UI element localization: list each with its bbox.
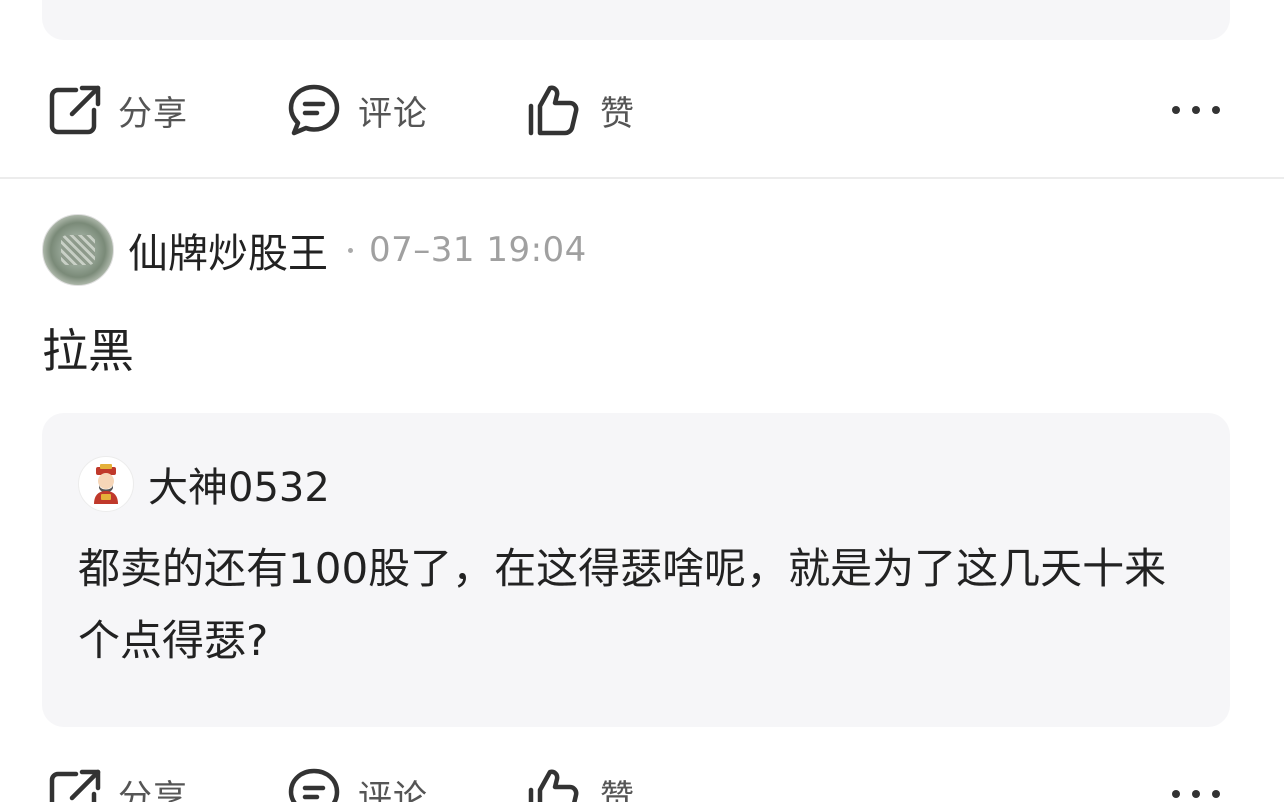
share-label: 分享 <box>118 777 188 802</box>
quote-header: 大神0532 <box>78 455 330 513</box>
post-action-bar-bottom: 分享 评论 赞 <box>0 764 1284 802</box>
more-dots-icon <box>1172 106 1180 114</box>
share-button[interactable]: 分享 <box>46 764 188 802</box>
god-of-wealth-avatar-icon <box>94 464 118 504</box>
thumbs-up-icon <box>526 82 582 138</box>
comment-button[interactable]: 评论 <box>286 80 428 140</box>
share-icon <box>46 766 102 802</box>
feed-page: 分享 评论 赞 仙牌炒股王 07–31 19:04 拉黑 大神0532 都卖的还… <box>0 0 1284 802</box>
share-label: 分享 <box>118 93 188 134</box>
post-action-bar-top: 分享 评论 赞 <box>0 80 1284 140</box>
post-header: 仙牌炒股王 07–31 19:04 <box>42 214 587 286</box>
more-dots-icon <box>1172 790 1180 798</box>
quoted-comment-card[interactable]: 大神0532 都卖的还有100股了，在这得瑟啥呢，就是为了这几天十来个点得瑟? <box>42 413 1230 727</box>
comment-icon <box>286 82 342 138</box>
quote-text: 都卖的还有100股了，在这得瑟啥呢，就是为了这几天十来个点得瑟? <box>78 544 1167 665</box>
like-button[interactable]: 赞 <box>526 80 635 140</box>
comment-label: 评论 <box>358 93 428 134</box>
comment-icon <box>286 766 342 802</box>
quote-username[interactable]: 大神0532 <box>148 455 330 513</box>
quote-avatar[interactable] <box>78 456 134 512</box>
share-button[interactable]: 分享 <box>46 80 188 140</box>
separator-dot <box>348 247 353 253</box>
post-divider <box>0 177 1284 179</box>
like-label: 赞 <box>600 93 635 134</box>
previous-quote-card <box>42 0 1230 40</box>
author-name[interactable]: 仙牌炒股王 <box>128 221 328 279</box>
post-content: 拉黑 <box>42 324 134 378</box>
comment-button[interactable]: 评论 <box>286 764 428 802</box>
more-options-button[interactable] <box>1172 764 1220 802</box>
like-button[interactable]: 赞 <box>526 764 635 802</box>
share-icon <box>46 82 102 138</box>
post-timestamp: 07–31 19:04 <box>369 230 587 270</box>
comment-label: 评论 <box>358 777 428 802</box>
like-label: 赞 <box>600 777 635 802</box>
thumbs-up-icon <box>526 766 582 802</box>
more-options-button[interactable] <box>1172 80 1220 140</box>
author-avatar[interactable] <box>42 214 114 286</box>
